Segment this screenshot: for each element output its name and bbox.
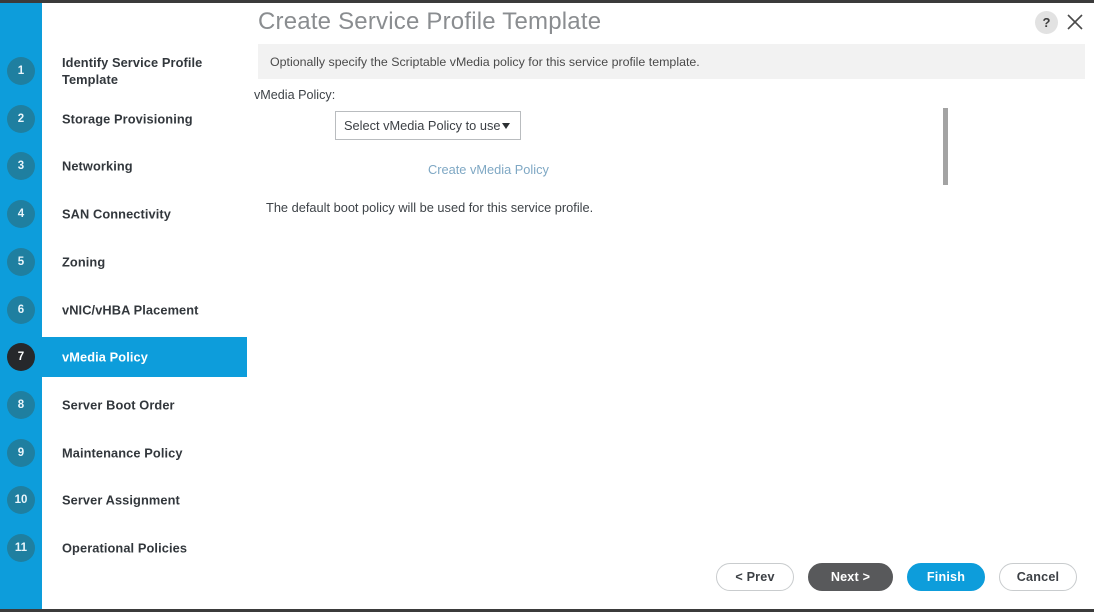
vmedia-policy-select-value: Select vMedia Policy to use bbox=[344, 118, 501, 133]
boot-policy-note: The default boot policy will be used for… bbox=[266, 200, 594, 215]
sidebar-step-5[interactable]: 5 Zoning bbox=[0, 242, 247, 282]
sidebar-step-label: SAN Connectivity bbox=[62, 206, 171, 222]
sidebar-step-label: Server Assignment bbox=[62, 492, 180, 508]
sidebar-step-number-badge: 2 bbox=[7, 104, 35, 133]
sidebar-step-3[interactable]: 3 Networking bbox=[0, 146, 247, 186]
sidebar-step-label: vNIC/vHBA Placement bbox=[62, 302, 199, 317]
prev-button[interactable]: < Prev bbox=[716, 563, 794, 591]
finish-button[interactable]: Finish bbox=[907, 563, 985, 591]
dialog-title-bar: Create Service Profile Template ? bbox=[247, 3, 1094, 44]
cancel-button[interactable]: Cancel bbox=[999, 563, 1077, 591]
page-title: Create Service Profile Template bbox=[258, 8, 602, 35]
create-service-profile-template-dialog: 1 Identify Service Profile Template 2 Stora… bbox=[0, 0, 1094, 612]
help-icon[interactable]: ? bbox=[1035, 11, 1058, 34]
wizard-sidebar: 1 Identify Service Profile Template 2 Stora… bbox=[0, 3, 247, 609]
sidebar-step-number-badge: 7 bbox=[7, 343, 35, 372]
vmedia-policy-select[interactable]: Select vMedia Policy to use bbox=[335, 111, 521, 140]
sidebar-step-label: Operational Policies bbox=[62, 540, 188, 556]
main-panel: Create Service Profile Template ? Option… bbox=[247, 3, 1094, 609]
dialog-footer: < Prev Next > Finish Cancel bbox=[247, 551, 1094, 609]
sidebar-step-number-badge: 10 bbox=[7, 486, 35, 515]
vmedia-policy-label: vMedia Policy: bbox=[254, 88, 336, 102]
footer-button-bar: < Prev Next > Finish Cancel bbox=[716, 563, 1077, 591]
instruction-bar: Optionally specify the Scriptable vMedia… bbox=[258, 44, 1085, 79]
sidebar-step-label: Maintenance Policy bbox=[62, 445, 183, 461]
sidebar-step-11[interactable]: 11 Operational Policies bbox=[0, 528, 247, 568]
sidebar-step-label: Zoning bbox=[62, 254, 106, 270]
sidebar-step-number-badge: 1 bbox=[7, 57, 35, 85]
sidebar-step-label: Networking bbox=[62, 158, 133, 174]
form-body: vMedia Policy: Select vMedia Policy to u… bbox=[247, 79, 1094, 551]
sidebar-step-8[interactable]: 8 Server Boot Order bbox=[0, 385, 247, 425]
sidebar-step-number-badge: 8 bbox=[7, 390, 35, 419]
sidebar-step-label: Identify Service Profile Template bbox=[62, 55, 203, 87]
sidebar-step-4[interactable]: 4 SAN Connectivity bbox=[0, 194, 247, 234]
sidebar-step-number-badge: 6 bbox=[7, 295, 35, 324]
sidebar-step-7[interactable]: 7 vMedia Policy bbox=[0, 337, 247, 378]
sidebar-step-number-badge: 9 bbox=[7, 438, 35, 467]
instruction-text: Optionally specify the Scriptable vMedia… bbox=[270, 54, 700, 69]
sidebar-step-number-badge: 11 bbox=[7, 534, 35, 562]
sidebar-step-1[interactable]: 1 Identify Service Profile Template bbox=[0, 51, 247, 91]
content-scrollbar-thumb[interactable] bbox=[943, 108, 948, 185]
sidebar-step-number-badge: 4 bbox=[7, 200, 35, 229]
sidebar-step-9[interactable]: 9 Maintenance Policy bbox=[0, 433, 247, 473]
create-vmedia-policy-link[interactable]: Create vMedia Policy bbox=[428, 162, 549, 177]
sidebar-step-number-badge: 3 bbox=[7, 152, 35, 181]
chevron-down-icon bbox=[502, 122, 510, 129]
sidebar-step-label: Storage Provisioning bbox=[62, 111, 193, 127]
sidebar-step-10[interactable]: 10 Server Assignment bbox=[0, 480, 247, 520]
sidebar-step-6[interactable]: 6 vNIC/vHBA Placement bbox=[0, 290, 247, 330]
sidebar-step-label: vMedia Policy bbox=[62, 349, 148, 365]
sidebar-step-2[interactable]: 2 Storage Provisioning bbox=[0, 99, 247, 139]
sidebar-step-label: Server Boot Order bbox=[62, 397, 175, 413]
next-button[interactable]: Next > bbox=[808, 563, 893, 591]
sidebar-step-number-badge: 5 bbox=[7, 247, 35, 276]
close-icon[interactable] bbox=[1062, 9, 1088, 35]
